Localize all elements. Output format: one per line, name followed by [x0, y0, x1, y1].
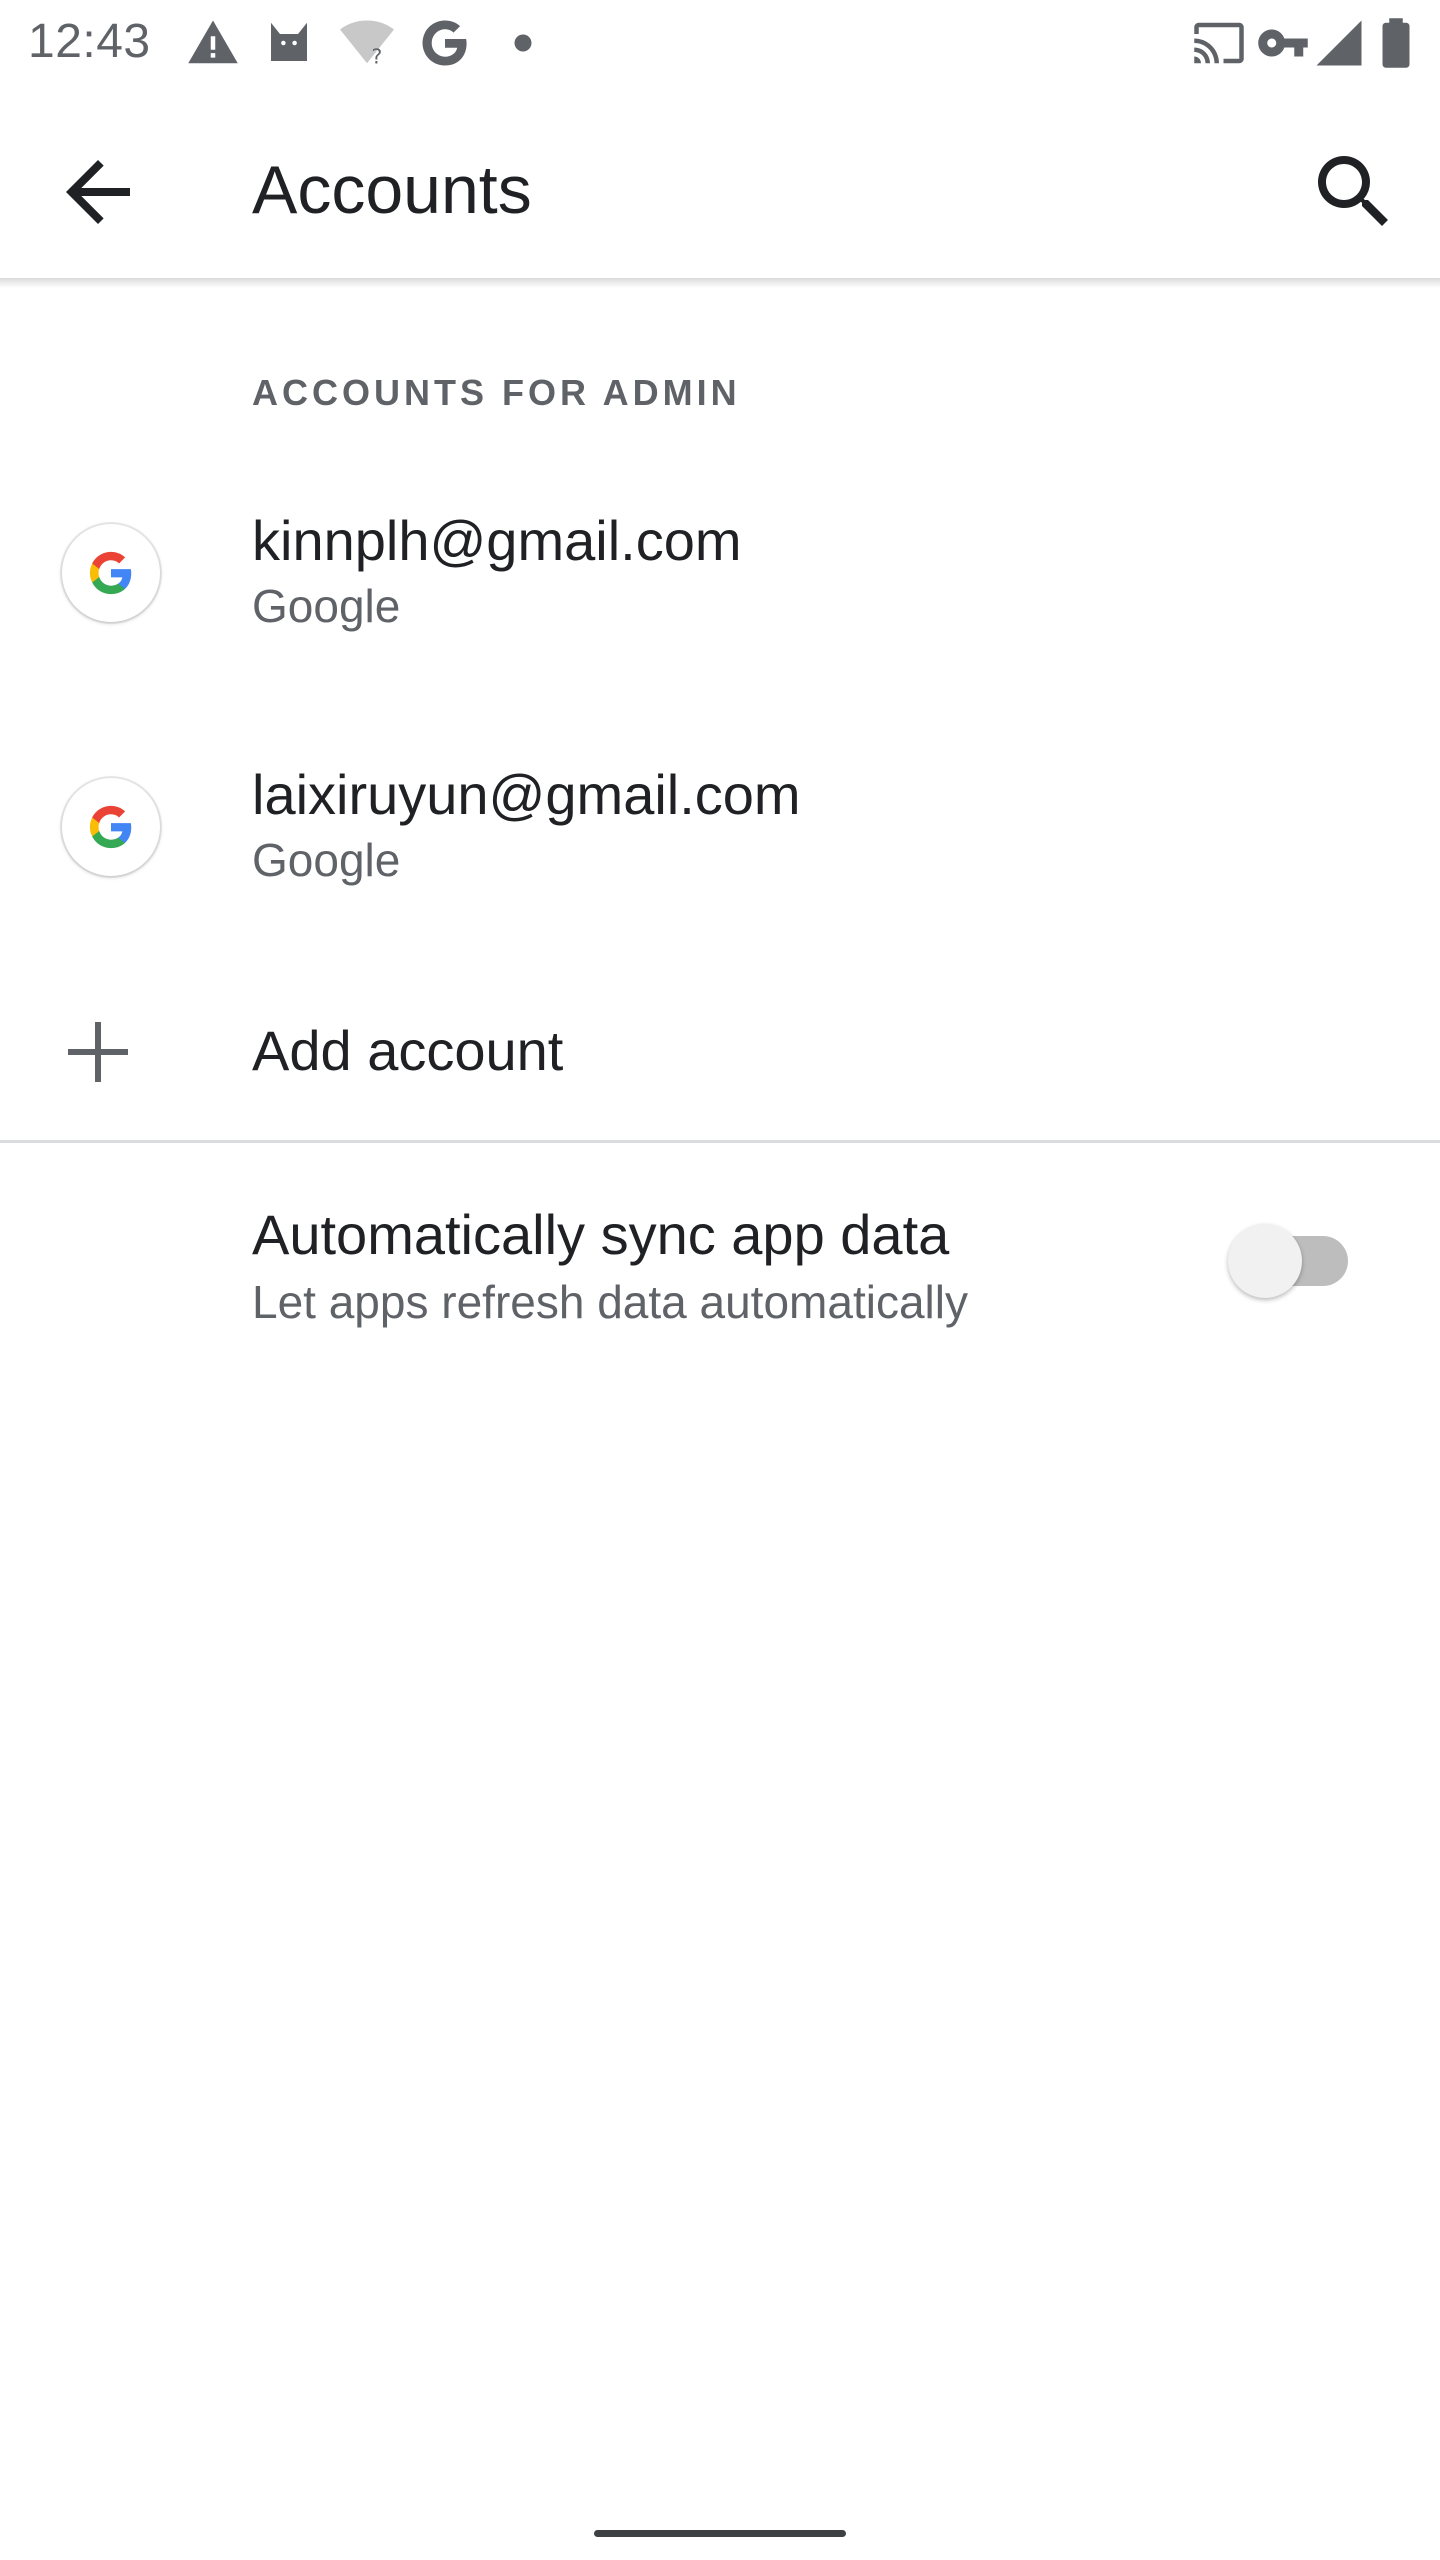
status-time: 12:43 — [28, 15, 151, 68]
cast-icon — [1192, 16, 1246, 70]
account-row[interactable]: kinnplh@gmail.com Google — [0, 446, 1440, 700]
svg-text:?: ? — [372, 44, 383, 68]
vpn-key-icon — [1256, 16, 1310, 70]
divider — [0, 1140, 1440, 1143]
auto-sync-switch[interactable] — [1228, 1224, 1302, 1298]
battery-icon — [1372, 16, 1420, 70]
app-bar-shadow — [0, 278, 1440, 288]
google-logo-icon — [62, 524, 160, 622]
cat-icon — [262, 16, 316, 70]
auto-sync-title: Automatically sync app data — [252, 1203, 950, 1266]
wifi-unknown-icon: ? — [340, 16, 394, 70]
google-logo-icon — [62, 778, 160, 876]
gesture-nav-handle[interactable] — [594, 2530, 846, 2537]
section-header: ACCOUNTS FOR ADMIN — [252, 372, 741, 413]
add-account-label: Add account — [252, 1019, 564, 1082]
auto-sync-row[interactable]: Automatically sync app data Let apps ref… — [0, 1148, 1440, 1388]
page-title: Accounts — [252, 152, 532, 228]
search-button[interactable] — [1306, 144, 1402, 240]
account-email: laixiruyun@gmail.com — [252, 763, 801, 826]
signal-icon — [1312, 16, 1366, 70]
google-g-icon — [418, 16, 472, 70]
auto-sync-subtitle: Let apps refresh data automatically — [252, 1276, 968, 1328]
back-button[interactable] — [50, 144, 146, 240]
arrow-back-icon — [50, 144, 146, 240]
search-icon — [1306, 144, 1402, 240]
app-bar: Accounts — [0, 84, 1440, 280]
account-type: Google — [252, 834, 401, 886]
account-email: kinnplh@gmail.com — [252, 509, 742, 572]
dot-icon — [506, 16, 540, 70]
account-row[interactable]: laixiruyun@gmail.com Google — [0, 700, 1440, 954]
add-account-button[interactable]: Add account — [0, 968, 1440, 1148]
status-bar: 12:43 ? — [0, 0, 1440, 84]
account-type: Google — [252, 580, 401, 632]
plus-icon — [62, 1016, 134, 1088]
warning-icon — [186, 16, 240, 70]
